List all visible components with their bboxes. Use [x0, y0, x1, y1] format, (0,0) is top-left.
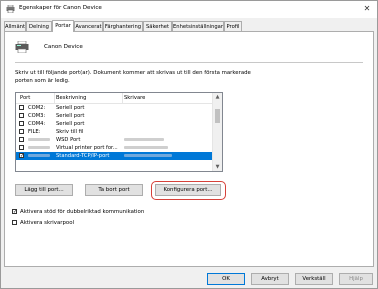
- list-item[interactable]: COM4: Seriell port: [16, 120, 214, 128]
- divider: [15, 62, 363, 63]
- redacted-port-name: [28, 138, 50, 141]
- list-item[interactable]: WSD Port: [16, 136, 214, 144]
- redacted-printer-name: [124, 146, 168, 149]
- port-name: COM3:: [28, 113, 46, 119]
- tab-label: Enhetsinställningar: [173, 24, 223, 30]
- port-description: Seriell port: [56, 113, 85, 119]
- list-item[interactable]: COM3: Seriell port: [16, 112, 214, 120]
- list-item[interactable]: FILE: Skriv till fil: [16, 128, 214, 136]
- tab-general[interactable]: Allmänt: [4, 21, 26, 31]
- redacted-port-name: [28, 154, 50, 157]
- ok-button[interactable]: OK: [207, 273, 245, 285]
- tab-profile[interactable]: Profil: [224, 21, 242, 31]
- tab-label: Färghantering: [104, 24, 142, 30]
- dialog-footer: OK Avbryt Verkställ Hjälp: [1, 269, 377, 288]
- bidirectional-checkbox[interactable]: ✓: [12, 209, 17, 215]
- redacted-port-name: [28, 146, 50, 149]
- column-header-description[interactable]: Beskrivning: [56, 95, 86, 101]
- apply-button[interactable]: Verkställ: [295, 273, 333, 285]
- tab-security[interactable]: Säkerhet: [143, 21, 172, 31]
- port-description: Virtual printer port for...: [56, 145, 118, 151]
- bidirectional-label: Aktivera stöd för dubbelriktad kommunika…: [20, 209, 145, 215]
- port-description: Standard-TCP/IP-port: [56, 153, 110, 159]
- printer-name: Canon Device: [44, 44, 83, 50]
- add-port-button[interactable]: Lägg till port...: [15, 184, 73, 196]
- port-description: Skriv till fil: [56, 129, 84, 135]
- list-item-selected[interactable]: ✓ Standard-TCP/IP-port: [16, 152, 214, 160]
- tab-label: Avancerat: [75, 24, 102, 30]
- tab-advanced[interactable]: Avancerat: [74, 21, 103, 31]
- pooling-label: Aktivera skrivarpool: [20, 220, 75, 226]
- printer-icon: [6, 5, 15, 13]
- window-title: Egenskaper för Canon Device: [19, 5, 102, 11]
- tab-ports[interactable]: Portar: [52, 20, 74, 32]
- redacted-printer-name: [124, 138, 164, 141]
- ports-tab-page: Canon Device Skriv ut till följande port…: [4, 31, 374, 267]
- tab-label: Allmänt: [5, 24, 25, 30]
- column-header-port[interactable]: Port: [20, 95, 30, 101]
- column-header-printer[interactable]: Skrivare: [124, 95, 145, 101]
- port-name: COM4:: [28, 121, 46, 127]
- printer-icon: [15, 41, 29, 53]
- configure-port-button[interactable]: Konfigurera port...: [155, 184, 221, 196]
- port-checkbox[interactable]: [19, 129, 24, 134]
- column-divider: [54, 93, 55, 103]
- port-checkbox[interactable]: [19, 121, 24, 126]
- port-name: COM2:: [28, 105, 46, 111]
- title-bar: Egenskaper för Canon Device ✕: [1, 1, 377, 18]
- properties-dialog: Egenskaper för Canon Device ✕ Allmänt De…: [0, 0, 378, 289]
- column-divider: [122, 93, 123, 103]
- port-checkbox[interactable]: [19, 105, 24, 110]
- help-button[interactable]: Hjälp: [339, 273, 373, 285]
- port-checkbox[interactable]: [19, 137, 24, 142]
- port-checkbox[interactable]: [19, 145, 24, 150]
- tab-label: Profil: [226, 24, 240, 30]
- scroll-down-icon[interactable]: ▼: [213, 163, 222, 171]
- scroll-thumb[interactable]: [215, 109, 220, 123]
- delete-port-button[interactable]: Ta bort port: [85, 184, 143, 196]
- tab-device-settings[interactable]: Enhetsinställningar: [172, 21, 224, 31]
- instructions-text: Skriv ut till följande port(ar). Dokumen…: [15, 70, 251, 84]
- port-checkbox[interactable]: [19, 113, 24, 118]
- scroll-up-icon[interactable]: ▲: [213, 93, 222, 101]
- tab-label: Delning: [29, 24, 49, 30]
- redacted-printer-name: [124, 154, 172, 157]
- list-item[interactable]: COM2: Seriell port: [16, 104, 214, 112]
- port-description: Seriell port: [56, 105, 85, 111]
- port-description: Seriell port: [56, 121, 85, 127]
- tab-sharing[interactable]: Delning: [26, 21, 52, 31]
- pooling-checkbox[interactable]: [12, 220, 17, 225]
- tab-label: Portar: [55, 23, 71, 29]
- tab-color-management[interactable]: Färghantering: [103, 21, 143, 31]
- port-checkbox-checked[interactable]: ✓: [19, 153, 24, 159]
- port-name: FILE:: [28, 129, 41, 135]
- tab-label: Säkerhet: [145, 24, 170, 30]
- cancel-button[interactable]: Avbryt: [251, 273, 289, 285]
- ports-list[interactable]: Port Beskrivning Skrivare COM2: Seriell …: [15, 92, 223, 172]
- ports-list-header: Port Beskrivning Skrivare: [16, 93, 214, 104]
- port-description: WSD Port: [56, 137, 81, 143]
- list-item[interactable]: Virtual printer port for...: [16, 144, 214, 152]
- close-icon: ✕: [363, 4, 371, 13]
- close-button[interactable]: ✕: [360, 3, 374, 15]
- vertical-scrollbar[interactable]: ▲ ▼: [212, 93, 222, 171]
